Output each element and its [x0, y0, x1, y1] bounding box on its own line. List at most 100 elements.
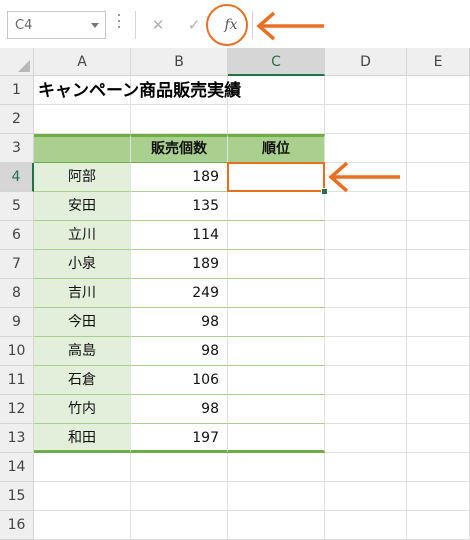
table-row-qty[interactable]: 249: [131, 279, 228, 308]
cell-c1[interactable]: [228, 76, 325, 105]
row-header-14[interactable]: 14: [0, 453, 34, 482]
table-row-name[interactable]: 安田: [34, 192, 131, 221]
row-header-9[interactable]: 9: [0, 308, 34, 337]
row-header-8[interactable]: 8: [0, 279, 34, 308]
cell-e15[interactable]: [407, 482, 470, 511]
row-header-5[interactable]: 5: [0, 192, 34, 221]
cell-d15[interactable]: [325, 482, 407, 511]
table-row-qty[interactable]: 98: [131, 308, 228, 337]
name-box[interactable]: C4: [7, 11, 106, 39]
cell-d9[interactable]: [325, 308, 407, 337]
cell-e9[interactable]: [407, 308, 470, 337]
cancel-icon[interactable]: ✕: [142, 11, 174, 39]
cell-b15[interactable]: [131, 482, 228, 511]
cell-e7[interactable]: [407, 250, 470, 279]
table-row-name[interactable]: 高島: [34, 337, 131, 366]
row-header-10[interactable]: 10: [0, 337, 34, 366]
row-header-3[interactable]: 3: [0, 134, 34, 163]
cell-d16[interactable]: [325, 511, 407, 540]
row-header-12[interactable]: 12: [0, 395, 34, 424]
row-header-1[interactable]: 1: [0, 76, 34, 105]
table-row-name[interactable]: 竹内: [34, 395, 131, 424]
cell-e14[interactable]: [407, 453, 470, 482]
table-row-rank[interactable]: [228, 366, 325, 395]
cell-b14[interactable]: [131, 453, 228, 482]
cell-e8[interactable]: [407, 279, 470, 308]
cell-e4[interactable]: [407, 163, 470, 192]
table-row-name[interactable]: 小泉: [34, 250, 131, 279]
row-header-7[interactable]: 7: [0, 250, 34, 279]
table-row-rank[interactable]: [228, 395, 325, 424]
cell-d10[interactable]: [325, 337, 407, 366]
column-header-a[interactable]: A: [34, 48, 131, 76]
table-row-rank[interactable]: [228, 279, 325, 308]
row-header-11[interactable]: 11: [0, 366, 34, 395]
table-row-name[interactable]: 和田: [34, 424, 131, 453]
cell-a15[interactable]: [34, 482, 131, 511]
cell-d12[interactable]: [325, 395, 407, 424]
chevron-down-icon[interactable]: [91, 23, 99, 28]
table-row-rank[interactable]: [228, 192, 325, 221]
table-header-rank[interactable]: 順位: [228, 134, 325, 163]
cell-d8[interactable]: [325, 279, 407, 308]
table-row-qty[interactable]: 135: [131, 192, 228, 221]
cell-d1[interactable]: [325, 76, 407, 105]
table-row-name[interactable]: 吉川: [34, 279, 131, 308]
cell-c15[interactable]: [228, 482, 325, 511]
cell-e16[interactable]: [407, 511, 470, 540]
table-row-rank[interactable]: [228, 250, 325, 279]
cell-d3[interactable]: [325, 134, 407, 163]
cell-b16[interactable]: [131, 511, 228, 540]
cell-b2[interactable]: [131, 105, 228, 134]
cell-d6[interactable]: [325, 221, 407, 250]
cell-d13[interactable]: [325, 424, 407, 453]
table-row-rank[interactable]: [228, 221, 325, 250]
table-row-qty[interactable]: 114: [131, 221, 228, 250]
select-all-button[interactable]: [0, 48, 34, 76]
cell-d7[interactable]: [325, 250, 407, 279]
cell-e10[interactable]: [407, 337, 470, 366]
table-row-rank[interactable]: [228, 424, 325, 453]
table-row-name[interactable]: 石倉: [34, 366, 131, 395]
sheet-title[interactable]: キャンペーン商品販売実績: [38, 77, 241, 105]
row-header-15[interactable]: 15: [0, 482, 34, 511]
table-row-qty[interactable]: 189: [131, 250, 228, 279]
cell-a16[interactable]: [34, 511, 131, 540]
table-row-name[interactable]: 今田: [34, 308, 131, 337]
table-row-qty[interactable]: 189: [131, 163, 228, 192]
cell-d11[interactable]: [325, 366, 407, 395]
cell-e3[interactable]: [407, 134, 470, 163]
table-row-name[interactable]: 立川: [34, 221, 131, 250]
column-header-e[interactable]: E: [407, 48, 470, 76]
row-header-6[interactable]: 6: [0, 221, 34, 250]
cell-e5[interactable]: [407, 192, 470, 221]
cell-e6[interactable]: [407, 221, 470, 250]
table-header-a[interactable]: [34, 134, 131, 163]
cell-d2[interactable]: [325, 105, 407, 134]
cell-e11[interactable]: [407, 366, 470, 395]
vertical-dots-icon[interactable]: [117, 14, 121, 34]
table-row-rank[interactable]: [228, 337, 325, 366]
table-row-name[interactable]: 阿部: [34, 163, 131, 192]
column-header-b[interactable]: B: [131, 48, 228, 76]
table-row-qty[interactable]: 106: [131, 366, 228, 395]
table-row-qty[interactable]: 197: [131, 424, 228, 453]
table-row-qty[interactable]: 98: [131, 395, 228, 424]
column-header-c[interactable]: C: [228, 48, 325, 76]
row-header-2[interactable]: 2: [0, 105, 34, 134]
row-header-4[interactable]: 4: [0, 163, 34, 192]
cell-d14[interactable]: [325, 453, 407, 482]
cell-e13[interactable]: [407, 424, 470, 453]
cell-a2[interactable]: [34, 105, 131, 134]
row-header-16[interactable]: 16: [0, 511, 34, 540]
row-header-13[interactable]: 13: [0, 424, 34, 453]
cell-c16[interactable]: [228, 511, 325, 540]
table-row-qty[interactable]: 98: [131, 337, 228, 366]
cell-d5[interactable]: [325, 192, 407, 221]
cell-e12[interactable]: [407, 395, 470, 424]
cell-c2[interactable]: [228, 105, 325, 134]
table-header-qty[interactable]: 販売個数: [131, 134, 228, 163]
cell-e2[interactable]: [407, 105, 470, 134]
column-header-d[interactable]: D: [325, 48, 407, 76]
active-cell[interactable]: [227, 162, 325, 192]
